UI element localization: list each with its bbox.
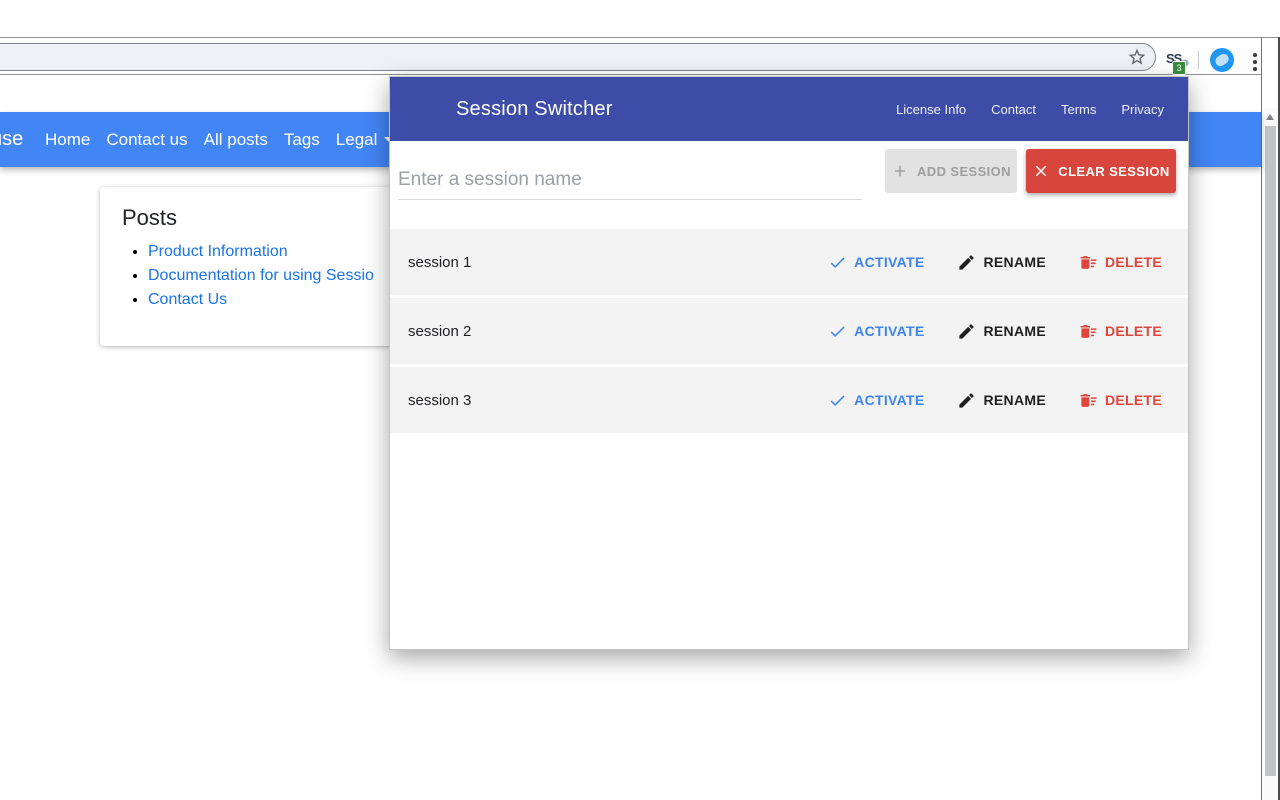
delete-button[interactable]: DELETE xyxy=(1079,322,1162,341)
page-scrollbar[interactable] xyxy=(1263,108,1278,800)
clear-session-label: CLEAR SESSION xyxy=(1058,163,1170,179)
list-item: Product Information xyxy=(148,240,400,264)
check-icon xyxy=(830,325,845,337)
nav-item-tags[interactable]: Tags xyxy=(284,130,320,150)
session-list: session 1 ACTIVATE RENAME DELETE session… xyxy=(390,229,1188,433)
bookmark-star-icon[interactable] xyxy=(1127,47,1147,67)
session-name: session 1 xyxy=(408,253,472,271)
posts-card: Posts Product Information Documentation … xyxy=(100,187,400,346)
link-documentation[interactable]: Documentation for using Sessio xyxy=(148,267,374,284)
activate-label: ACTIVATE xyxy=(854,323,925,339)
check-icon xyxy=(830,256,845,268)
nav-item-legal-label: Legal xyxy=(335,129,378,149)
trash-sweep-icon xyxy=(1080,255,1097,269)
add-session-button[interactable]: ADD SESSION xyxy=(885,149,1017,193)
rename-button[interactable]: RENAME xyxy=(957,253,1046,272)
activate-button[interactable]: ACTIVATE xyxy=(828,322,924,341)
session-switcher-popup: Session Switcher License Info Contact Te… xyxy=(389,76,1189,650)
nav-item-all-posts[interactable]: All posts xyxy=(204,130,268,150)
link-license-info[interactable]: License Info xyxy=(896,102,966,117)
session-name: session 2 xyxy=(408,322,472,340)
scroll-up-arrow-icon[interactable] xyxy=(1266,114,1274,120)
close-icon xyxy=(1036,165,1047,177)
activate-button[interactable]: ACTIVATE xyxy=(828,253,924,272)
list-item: Contact Us xyxy=(148,288,400,312)
clear-session-button[interactable]: CLEAR SESSION xyxy=(1026,149,1176,193)
browser-toolbar xyxy=(0,38,1261,75)
scrollbar-thumb[interactable] xyxy=(1265,126,1276,776)
session-row: session 1 ACTIVATE RENAME DELETE xyxy=(390,229,1188,295)
activate-label: ACTIVATE xyxy=(854,392,925,408)
popup-header: Session Switcher License Info Contact Te… xyxy=(390,77,1188,141)
session-row: session 3 ACTIVATE RENAME DELETE xyxy=(390,367,1188,433)
popup-header-links: License Info Contact Terms Privacy xyxy=(896,102,1164,117)
session-row-actions: ACTIVATE RENAME DELETE xyxy=(828,391,1162,410)
add-session-label: ADD SESSION xyxy=(917,163,1011,179)
posts-link-list: Product Information Documentation for us… xyxy=(100,240,400,312)
trash-sweep-icon xyxy=(1080,393,1097,407)
site-nav-items: Home Contact us All posts Tags Legal xyxy=(45,130,395,150)
delete-label: DELETE xyxy=(1104,323,1162,339)
nav-item-legal[interactable]: Legal xyxy=(336,130,395,150)
blue-extension-glyph xyxy=(1213,51,1231,69)
session-row-actions: ACTIVATE RENAME DELETE xyxy=(828,253,1162,272)
delete-button[interactable]: DELETE xyxy=(1079,391,1162,410)
plus-icon xyxy=(894,165,906,177)
content-right-border xyxy=(1261,37,1262,800)
link-contact[interactable]: Contact xyxy=(991,102,1036,117)
activate-label: ACTIVATE xyxy=(854,254,925,270)
toolbar-separator xyxy=(1198,51,1199,69)
rename-button[interactable]: RENAME xyxy=(957,322,1046,341)
session-name-input[interactable] xyxy=(398,160,862,200)
pencil-icon xyxy=(959,323,975,339)
pencil-icon xyxy=(959,392,975,408)
rename-label: RENAME xyxy=(983,254,1046,270)
site-brand-fragment[interactable]: use xyxy=(0,128,23,151)
extension-badge: 3 xyxy=(1172,61,1186,75)
address-bar[interactable] xyxy=(0,43,1156,71)
delete-button[interactable]: DELETE xyxy=(1079,253,1162,272)
list-item: Documentation for using Sessio xyxy=(148,264,400,288)
pencil-icon xyxy=(959,254,975,270)
link-terms[interactable]: Terms xyxy=(1061,102,1096,117)
trash-sweep-icon xyxy=(1080,324,1097,338)
popup-title: Session Switcher xyxy=(456,97,613,120)
link-privacy[interactable]: Privacy xyxy=(1121,102,1164,117)
nav-item-home[interactable]: Home xyxy=(45,130,90,150)
blue-extension-icon[interactable] xyxy=(1210,48,1234,72)
check-icon xyxy=(830,394,845,406)
session-name: session 3 xyxy=(408,391,472,409)
nav-item-contact-us[interactable]: Contact us xyxy=(106,130,187,150)
rename-button[interactable]: RENAME xyxy=(957,391,1046,410)
session-row-actions: ACTIVATE RENAME DELETE xyxy=(828,322,1162,341)
rename-label: RENAME xyxy=(983,392,1046,408)
activate-button[interactable]: ACTIVATE xyxy=(828,391,924,410)
link-contact-us[interactable]: Contact Us xyxy=(148,291,227,308)
delete-label: DELETE xyxy=(1104,254,1162,270)
rename-label: RENAME xyxy=(983,323,1046,339)
browser-menu-icon[interactable] xyxy=(1251,51,1259,73)
link-product-information[interactable]: Product Information xyxy=(148,243,288,260)
delete-label: DELETE xyxy=(1104,392,1162,408)
session-input-row: ADD SESSION CLEAR SESSION xyxy=(390,141,1188,213)
posts-card-title: Posts xyxy=(122,205,178,230)
session-row: session 2 ACTIVATE RENAME DELETE xyxy=(390,298,1188,364)
